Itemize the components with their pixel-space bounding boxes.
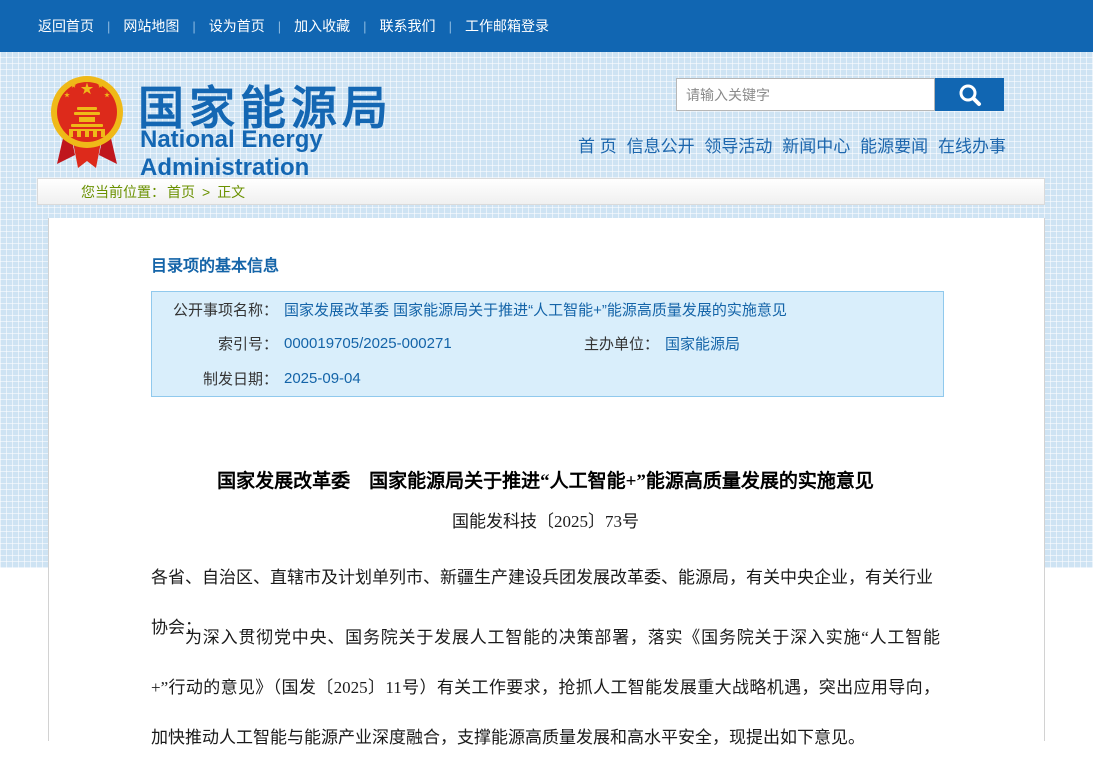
site-logo-link[interactable]: 国家能源局 National Energy Administration — [50, 74, 490, 169]
search-button[interactable] — [935, 78, 1004, 111]
divider: | — [107, 19, 110, 34]
info-row-date: 制发日期： 2025-09-04 — [152, 361, 943, 396]
info-row-index: 索引号： 000019705/2025-000271 主办单位： 国家能源局 — [152, 327, 943, 362]
topbar-link-return-home[interactable]: 返回首页 — [38, 16, 94, 36]
main-nav: 首 页 信息公开 领导活动 新闻中心 能源要闻 在线办事 — [578, 132, 1006, 157]
info-name-value-link[interactable]: 国家发展改革委 国家能源局关于推进“人工智能+”能源高质量发展的实施意见 — [284, 299, 787, 320]
breadcrumb-home-link[interactable]: 首页 — [167, 182, 195, 202]
topbar-link-set-homepage[interactable]: 设为首页 — [209, 16, 265, 36]
search-bar — [676, 78, 1004, 111]
nav-news-center[interactable]: 新闻中心 — [782, 132, 850, 157]
national-emblem-icon — [50, 74, 124, 170]
catalog-info-table: 公开事项名称： 国家发展改革委 国家能源局关于推进“人工智能+”能源高质量发展的… — [151, 291, 944, 397]
document-title: 国家发展改革委 国家能源局关于推进“人工智能+”能源高质量发展的实施意见 — [151, 466, 940, 493]
catalog-info-heading: 目录项的基本信息 — [151, 252, 279, 276]
nav-home[interactable]: 首 页 — [578, 132, 617, 157]
info-name-label: 公开事项名称： — [152, 299, 278, 320]
site-subtitle: National Energy Administration — [140, 126, 490, 182]
content-panel: 目录项的基本信息 公开事项名称： 国家发展改革委 国家能源局关于推进“人工智能+… — [48, 218, 1045, 741]
document-number: 国能发科技〔2025〕73号 — [151, 507, 940, 532]
info-index-label: 索引号： — [152, 333, 278, 354]
search-input[interactable] — [676, 78, 935, 111]
breadcrumb-prefix: 您当前位置： — [81, 182, 165, 202]
divider: | — [449, 19, 452, 34]
topbar-link-mail-login[interactable]: 工作邮箱登录 — [465, 16, 549, 36]
info-org-value-link[interactable]: 国家能源局 — [665, 333, 740, 354]
topbar-link-sitemap[interactable]: 网站地图 — [123, 16, 179, 36]
nav-energy-news[interactable]: 能源要闻 — [860, 132, 928, 157]
nav-leadership[interactable]: 领导活动 — [704, 132, 772, 157]
divider: | — [278, 19, 281, 34]
nav-info-disclosure[interactable]: 信息公开 — [627, 132, 695, 157]
info-date-label: 制发日期： — [152, 368, 278, 389]
info-org-label: 主办单位： — [571, 333, 659, 354]
info-row-name: 公开事项名称： 国家发展改革委 国家能源局关于推进“人工智能+”能源高质量发展的… — [152, 292, 943, 327]
divider: | — [363, 19, 366, 34]
search-icon — [957, 82, 983, 108]
divider: | — [192, 19, 195, 34]
info-index-value: 000019705/2025-000271 — [284, 335, 571, 352]
breadcrumb-current: 正文 — [217, 182, 245, 202]
topbar-link-contact-us[interactable]: 联系我们 — [380, 16, 436, 36]
page: { "topbar": { "separator": "|", "links":… — [0, 0, 1093, 741]
topbar: 返回首页 | 网站地图 | 设为首页 | 加入收藏 | 联系我们 | 工作邮箱登… — [0, 0, 1093, 52]
breadcrumb-separator: > — [202, 184, 210, 200]
nav-online-services[interactable]: 在线办事 — [938, 132, 1006, 157]
info-date-value: 2025-09-04 — [284, 370, 361, 387]
breadcrumb: 您当前位置： 首页 > 正文 — [37, 178, 1045, 205]
topbar-link-add-favorite[interactable]: 加入收藏 — [294, 16, 350, 36]
